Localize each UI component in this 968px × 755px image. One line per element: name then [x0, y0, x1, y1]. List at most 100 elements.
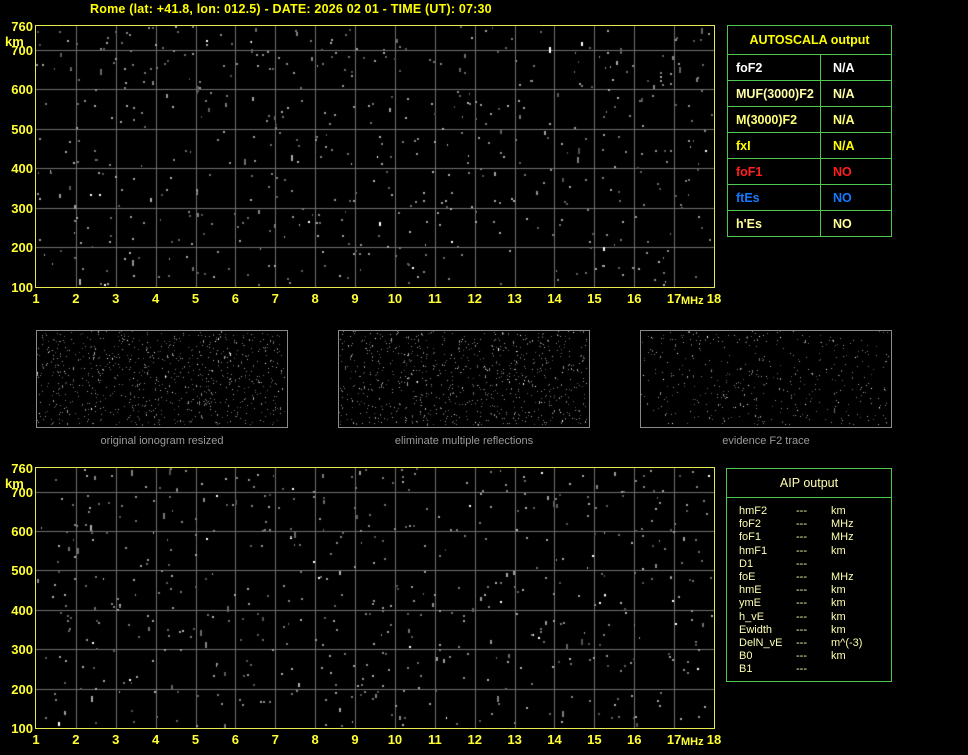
bottom-plot-x-unit-label: MHz [681, 736, 704, 748]
bottom-plot-x-tick: 15 [587, 732, 602, 747]
aip-row-hme: hmE --- km [727, 584, 891, 597]
autoscala-row-ftes: ftEs NO [728, 185, 891, 211]
aip-value: --- [796, 531, 807, 544]
aip-row-hve: h_vE --- km [727, 611, 891, 624]
bottom-plot-y-tick: 300 [11, 642, 33, 658]
bottom-plot-x-tick: 11 [427, 732, 442, 747]
aip-unit: km [831, 584, 846, 597]
top-plot-x-tick: 8 [311, 291, 319, 306]
top-plot-x-tick: 7 [271, 291, 279, 306]
bottom-plot-x-tick: 16 [627, 732, 642, 747]
aip-value: --- [796, 584, 807, 597]
aip-param: B1 [739, 663, 753, 676]
top-plot-x-tick: 3 [112, 291, 120, 306]
top-plot-x-unit-label: MHz [681, 295, 704, 307]
aip-param: h_vE [739, 610, 765, 623]
top-plot-x-tick: 13 [507, 291, 522, 306]
autoscala-param-value: NO [833, 164, 852, 179]
bottom-plot-x-tick: 6 [231, 732, 240, 747]
autoscala-param-value: N/A [833, 60, 855, 75]
panel-evidence-noise-canvas [641, 331, 891, 427]
aip-param: ymE [739, 597, 761, 610]
aip-value: --- [796, 623, 807, 636]
aip-unit: km [831, 544, 846, 557]
aip-value: --- [796, 636, 807, 649]
panel-eliminate-reflections [338, 330, 590, 428]
top-plot-y-tick: 760 [11, 19, 33, 34]
aip-value: --- [796, 650, 807, 663]
aip-value: --- [796, 663, 807, 676]
aip-row-hmf1: hmF1 --- km [727, 545, 891, 558]
bottom-plot-x-tick: 7 [271, 732, 279, 747]
bottom-ionogram-noise-canvas [36, 468, 714, 728]
aip-unit: MHz [831, 531, 854, 544]
aip-row-fof1: foF1 --- MHz [727, 531, 891, 544]
top-plot-y-tick: 500 [11, 121, 33, 137]
top-plot-y-tick: 300 [11, 200, 33, 216]
panel-original-noise-canvas [37, 331, 287, 427]
bottom-plot-x-tick: 18 [706, 732, 722, 747]
aip-value: --- [796, 518, 807, 531]
top-plot-y-unit-label: km [5, 34, 24, 49]
aip-value: --- [796, 544, 807, 557]
top-plot-x-tick: 1 [32, 291, 40, 306]
bottom-plot-x-tick: 12 [467, 732, 482, 747]
top-plot-x-tick: 6 [231, 291, 240, 306]
bottom-plot-x-tick: 5 [191, 732, 200, 747]
autoscala-param-value: N/A [833, 112, 855, 127]
caption-evidence-f2: evidence F2 trace [722, 435, 810, 447]
aip-param: foF2 [739, 518, 762, 531]
autoscala-param-value: N/A [833, 86, 855, 101]
top-plot-y-tick: 600 [11, 82, 33, 98]
aip-unit: m^(-3) [831, 636, 863, 649]
top-ionogram-plot [35, 25, 715, 288]
aip-param: hmE [739, 584, 762, 597]
top-ionogram-noise-canvas [36, 26, 714, 287]
autoscala-row-fof1: foF1 NO [728, 159, 891, 185]
autoscala-output-table: AUTOSCALA output foF2 N/A MUF(3000)F2 N/A M(… [727, 25, 892, 237]
top-plot-x-tick: 11 [427, 291, 442, 306]
top-plot-y-tick: 400 [11, 161, 33, 177]
aip-unit: MHz [831, 518, 854, 531]
aip-unit: km [831, 610, 846, 623]
autoscala-param-value: N/A [833, 138, 855, 153]
aip-unit: km [831, 650, 846, 663]
top-plot-x-tick: 14 [547, 291, 562, 306]
bottom-plot-y-tick: 500 [11, 563, 33, 579]
autoscala-row-hes: h'Es NO [728, 211, 891, 236]
autoscala-table-header: AUTOSCALA output [728, 26, 891, 55]
aip-value: --- [796, 610, 807, 623]
aip-value: --- [796, 570, 807, 583]
aip-row-hmf2: hmF2 --- km [727, 505, 891, 518]
bottom-plot-x-tick: 3 [112, 732, 120, 747]
aip-row-foe: foE --- MHz [727, 571, 891, 584]
autoscala-param-label: ftEs [728, 185, 821, 210]
aip-param: D1 [739, 557, 754, 570]
bottom-plot-x-tick: 8 [311, 732, 319, 747]
panel-evidence-f2 [640, 330, 892, 428]
aip-unit: km [831, 623, 846, 636]
top-plot-y-tick: 200 [11, 240, 33, 256]
aip-row-yme: ymE --- km [727, 597, 891, 610]
aip-unit: km [831, 597, 846, 610]
autoscala-row-fxi: fxI N/A [728, 133, 891, 159]
aip-param: DelN_vE [739, 636, 783, 649]
bottom-plot-x-tick: 10 [387, 732, 403, 747]
autoscala-row-fof2: foF2 N/A [728, 55, 891, 81]
aip-param: foF1 [739, 531, 762, 544]
panel-original-ionogram [36, 330, 288, 428]
panel-eliminate-noise-canvas [339, 331, 589, 427]
aip-param: foE [739, 570, 756, 583]
autoscala-param-value: NO [833, 190, 852, 205]
bottom-plot-x-tick: 13 [507, 732, 522, 747]
page-title: Rome (lat: +41.8, lon: 012.5) - DATE: 20… [90, 2, 492, 16]
bottom-plot-x-tick: 9 [351, 732, 359, 747]
aip-row-delnve: DelN_vE --- m^(-3) [727, 637, 891, 650]
aip-param: B0 [739, 650, 753, 663]
top-plot-x-tick: 10 [387, 291, 403, 306]
bottom-plot-y-tick: 400 [11, 602, 33, 618]
autoscala-param-label: fxI [728, 133, 821, 158]
bottom-plot-y-unit-label: km [5, 476, 24, 491]
aip-value: --- [796, 557, 807, 570]
aip-row-b1: B1 --- [727, 663, 891, 676]
